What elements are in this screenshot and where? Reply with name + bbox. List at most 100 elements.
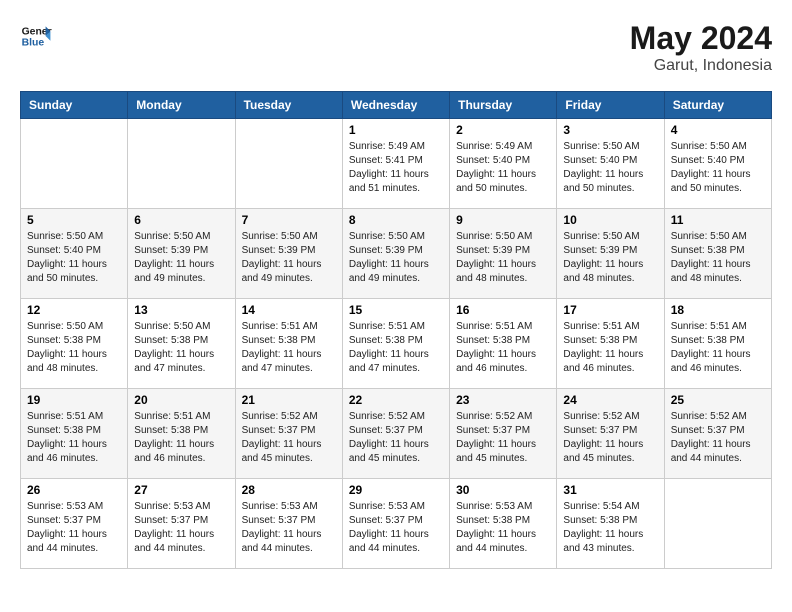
day-info: Sunrise: 5:50 AM Sunset: 5:40 PM Dayligh… <box>671 140 765 196</box>
day-cell: 8Sunrise: 5:50 AM Sunset: 5:39 PM Daylig… <box>342 209 449 299</box>
day-cell: 3 Sunrise: 5:50 AM Sunset: 5:40 PM Daylig… <box>557 119 664 209</box>
day-info: Sunrise: 5:52 AM Sunset: 5:37 PM Dayligh… <box>349 410 443 466</box>
day-info: Sunrise: 5:51 AM Sunset: 5:38 PM Dayligh… <box>242 320 336 376</box>
day-info: Sunrise: 5:50 AM Sunset: 5:39 PM Dayligh… <box>242 230 336 286</box>
calendar-table: SundayMondayTuesdayWednesdayThursdayFrid… <box>20 91 772 569</box>
day-info: Sunrise: 5:52 AM Sunset: 5:37 PM Dayligh… <box>563 410 657 466</box>
day-cell: 29Sunrise: 5:53 AM Sunset: 5:37 PM Dayli… <box>342 479 449 569</box>
day-number: 10 <box>563 213 657 227</box>
day-number: 30 <box>456 483 550 497</box>
day-number: 2 <box>456 123 550 137</box>
week-row-3: 12 Sunrise: 5:50 AM Sunset: 5:38 PM Dayli… <box>21 299 772 389</box>
day-cell: 22Sunrise: 5:52 AM Sunset: 5:37 PM Dayli… <box>342 389 449 479</box>
day-cell: 30 Sunrise: 5:53 AM Sunset: 5:38 PM Dayli… <box>450 479 557 569</box>
day-cell <box>128 119 235 209</box>
day-cell: 4Sunrise: 5:50 AM Sunset: 5:40 PM Daylig… <box>664 119 771 209</box>
day-info: Sunrise: 5:52 AM Sunset: 5:37 PM Dayligh… <box>456 410 550 466</box>
day-number: 20 <box>134 393 228 407</box>
day-info: Sunrise: 5:53 AM Sunset: 5:38 PM Dayligh… <box>456 500 550 556</box>
day-cell: 2Sunrise: 5:49 AM Sunset: 5:40 PM Daylig… <box>450 119 557 209</box>
day-info: Sunrise: 5:50 AM Sunset: 5:39 PM Dayligh… <box>456 230 550 286</box>
day-info: Sunrise: 5:51 AM Sunset: 5:38 PM Dayligh… <box>349 320 443 376</box>
day-cell: 18 Sunrise: 5:51 AM Sunset: 5:38 PM Dayli… <box>664 299 771 389</box>
week-row-1: 1 Sunrise: 5:49 AM Sunset: 5:41 PM Daylig… <box>21 119 772 209</box>
day-cell: 1 Sunrise: 5:49 AM Sunset: 5:41 PM Daylig… <box>342 119 449 209</box>
day-cell: 6 Sunrise: 5:50 AM Sunset: 5:39 PM Daylig… <box>128 209 235 299</box>
day-cell: 26 Sunrise: 5:53 AM Sunset: 5:37 PM Dayli… <box>21 479 128 569</box>
day-number: 14 <box>242 303 336 317</box>
day-cell: 7 Sunrise: 5:50 AM Sunset: 5:39 PM Daylig… <box>235 209 342 299</box>
day-info: Sunrise: 5:51 AM Sunset: 5:38 PM Dayligh… <box>671 320 765 376</box>
weekday-header-tuesday: Tuesday <box>235 92 342 119</box>
day-info: Sunrise: 5:49 AM Sunset: 5:41 PM Dayligh… <box>349 140 443 196</box>
day-number: 31 <box>563 483 657 497</box>
page-header: General Blue May 2024 Garut, Indonesia <box>20 20 772 75</box>
day-info: Sunrise: 5:50 AM Sunset: 5:39 PM Dayligh… <box>134 230 228 286</box>
day-number: 17 <box>563 303 657 317</box>
day-number: 16 <box>456 303 550 317</box>
day-cell: 23 Sunrise: 5:52 AM Sunset: 5:37 PM Dayli… <box>450 389 557 479</box>
day-info: Sunrise: 5:52 AM Sunset: 5:37 PM Dayligh… <box>671 410 765 466</box>
day-cell: 16 Sunrise: 5:51 AM Sunset: 5:38 PM Dayli… <box>450 299 557 389</box>
day-number: 12 <box>27 303 121 317</box>
day-info: Sunrise: 5:50 AM Sunset: 5:40 PM Dayligh… <box>27 230 121 286</box>
weekday-header-wednesday: Wednesday <box>342 92 449 119</box>
day-info: Sunrise: 5:52 AM Sunset: 5:37 PM Dayligh… <box>242 410 336 466</box>
weekday-header-monday: Monday <box>128 92 235 119</box>
day-info: Sunrise: 5:51 AM Sunset: 5:38 PM Dayligh… <box>563 320 657 376</box>
location: Garut, Indonesia <box>630 57 772 75</box>
day-info: Sunrise: 5:54 AM Sunset: 5:38 PM Dayligh… <box>563 500 657 556</box>
day-cell: 10 Sunrise: 5:50 AM Sunset: 5:39 PM Dayli… <box>557 209 664 299</box>
day-number: 23 <box>456 393 550 407</box>
day-number: 3 <box>563 123 657 137</box>
svg-text:Blue: Blue <box>22 38 45 49</box>
logo-icon: General Blue <box>20 20 52 52</box>
day-info: Sunrise: 5:53 AM Sunset: 5:37 PM Dayligh… <box>134 500 228 556</box>
day-cell: 31 Sunrise: 5:54 AM Sunset: 5:38 PM Dayli… <box>557 479 664 569</box>
day-info: Sunrise: 5:51 AM Sunset: 5:38 PM Dayligh… <box>27 410 121 466</box>
day-cell: 25 Sunrise: 5:52 AM Sunset: 5:37 PM Dayli… <box>664 389 771 479</box>
day-number: 15 <box>349 303 443 317</box>
weekday-header-sunday: Sunday <box>21 92 128 119</box>
day-info: Sunrise: 5:50 AM Sunset: 5:39 PM Dayligh… <box>563 230 657 286</box>
day-number: 11 <box>671 213 765 227</box>
day-info: Sunrise: 5:51 AM Sunset: 5:38 PM Dayligh… <box>456 320 550 376</box>
day-info: Sunrise: 5:53 AM Sunset: 5:37 PM Dayligh… <box>242 500 336 556</box>
day-number: 7 <box>242 213 336 227</box>
day-number: 5 <box>27 213 121 227</box>
day-info: Sunrise: 5:51 AM Sunset: 5:38 PM Dayligh… <box>134 410 228 466</box>
day-cell: 27 Sunrise: 5:53 AM Sunset: 5:37 PM Dayli… <box>128 479 235 569</box>
day-number: 21 <box>242 393 336 407</box>
weekday-header-saturday: Saturday <box>664 92 771 119</box>
day-number: 27 <box>134 483 228 497</box>
day-info: Sunrise: 5:50 AM Sunset: 5:38 PM Dayligh… <box>134 320 228 376</box>
day-cell: 24Sunrise: 5:52 AM Sunset: 5:37 PM Dayli… <box>557 389 664 479</box>
week-row-5: 26 Sunrise: 5:53 AM Sunset: 5:37 PM Dayli… <box>21 479 772 569</box>
day-cell: 28Sunrise: 5:53 AM Sunset: 5:37 PM Dayli… <box>235 479 342 569</box>
day-cell: 11 Sunrise: 5:50 AM Sunset: 5:38 PM Dayli… <box>664 209 771 299</box>
day-cell: 17 Sunrise: 5:51 AM Sunset: 5:38 PM Dayli… <box>557 299 664 389</box>
day-info: Sunrise: 5:50 AM Sunset: 5:40 PM Dayligh… <box>563 140 657 196</box>
day-cell: 13 Sunrise: 5:50 AM Sunset: 5:38 PM Dayli… <box>128 299 235 389</box>
weekday-header-row: SundayMondayTuesdayWednesdayThursdayFrid… <box>21 92 772 119</box>
day-number: 25 <box>671 393 765 407</box>
day-number: 26 <box>27 483 121 497</box>
day-number: 8 <box>349 213 443 227</box>
day-info: Sunrise: 5:50 AM Sunset: 5:38 PM Dayligh… <box>671 230 765 286</box>
day-number: 1 <box>349 123 443 137</box>
day-cell: 15 Sunrise: 5:51 AM Sunset: 5:38 PM Dayli… <box>342 299 449 389</box>
day-cell: 19Sunrise: 5:51 AM Sunset: 5:38 PM Dayli… <box>21 389 128 479</box>
weekday-header-friday: Friday <box>557 92 664 119</box>
day-cell: 5 Sunrise: 5:50 AM Sunset: 5:40 PM Daylig… <box>21 209 128 299</box>
day-cell <box>664 479 771 569</box>
day-info: Sunrise: 5:53 AM Sunset: 5:37 PM Dayligh… <box>27 500 121 556</box>
day-number: 13 <box>134 303 228 317</box>
day-cell: 12Sunrise: 5:50 AM Sunset: 5:38 PM Dayli… <box>21 299 128 389</box>
day-number: 6 <box>134 213 228 227</box>
day-number: 18 <box>671 303 765 317</box>
logo: General Blue <box>20 20 56 52</box>
day-number: 9 <box>456 213 550 227</box>
day-cell: 9 Sunrise: 5:50 AM Sunset: 5:39 PM Daylig… <box>450 209 557 299</box>
day-cell: 14 Sunrise: 5:51 AM Sunset: 5:38 PM Dayli… <box>235 299 342 389</box>
day-cell: 20 Sunrise: 5:51 AM Sunset: 5:38 PM Dayli… <box>128 389 235 479</box>
